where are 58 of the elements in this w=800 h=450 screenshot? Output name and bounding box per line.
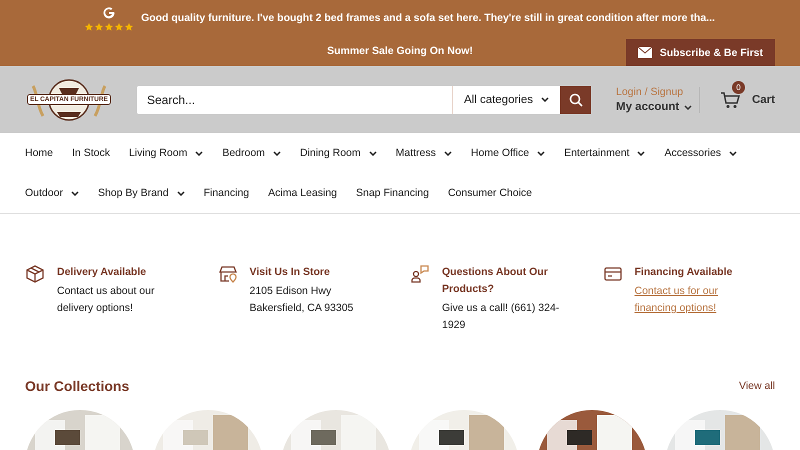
- chevron-down-icon: [541, 97, 550, 102]
- view-all-link[interactable]: View all: [739, 380, 775, 392]
- search-icon: [568, 92, 582, 106]
- chevron-down-icon: [729, 150, 738, 156]
- chevron-down-icon: [272, 150, 281, 156]
- nav-link[interactable]: Entertainment: [564, 147, 646, 159]
- cart-count: 0: [732, 80, 745, 94]
- nav-link[interactable]: Bedroom: [222, 147, 281, 159]
- feature-text: 2105 Edison Hwy: [250, 284, 332, 299]
- chevron-down-icon: [176, 190, 185, 196]
- star-icon: [95, 22, 104, 30]
- google-logo-icon: [102, 6, 116, 20]
- nav-link[interactable]: Living Room: [128, 147, 204, 159]
- nav-link[interactable]: Mattress: [396, 147, 452, 159]
- feature-title: Financing Available: [634, 265, 734, 280]
- section-title: Our Collections: [25, 378, 130, 394]
- feature-title: Visit Us In Store: [250, 265, 331, 280]
- nav-link[interactable]: Financing: [204, 187, 250, 199]
- subscribe-button[interactable]: Subscribe & Be First: [626, 39, 775, 66]
- chevron-down-icon: [70, 190, 79, 196]
- chevron-down-icon: [195, 150, 204, 156]
- nav-link[interactable]: Snap Financing: [356, 187, 429, 199]
- chevron-down-icon: [684, 104, 692, 110]
- feature-text: Contact us about our delivery options!: [57, 284, 156, 316]
- nav-link[interactable]: Shop By Brand: [98, 187, 185, 199]
- chevron-down-icon: [537, 150, 546, 156]
- nav-link[interactable]: Home: [25, 147, 54, 159]
- announcement-text: Summer Sale Going On Now!: [327, 45, 473, 57]
- nav-link[interactable]: Outdoor: [25, 187, 79, 199]
- star-icon: [85, 22, 94, 30]
- financing-link[interactable]: Contact us for our financing options!: [634, 283, 760, 317]
- star-icon: [125, 22, 134, 30]
- search-field[interactable]: Search...: [137, 86, 452, 114]
- nav-link[interactable]: In Stock: [72, 147, 110, 159]
- nav-link[interactable]: Consumer Choice: [448, 187, 532, 199]
- store-location-icon: [218, 264, 238, 284]
- nav-link[interactable]: Acima Leasing: [268, 187, 337, 199]
- feature-text: Give us a call! (661) 324-1929: [442, 301, 560, 333]
- search-button[interactable]: [560, 86, 591, 114]
- chevron-down-icon: [637, 150, 646, 156]
- person-chat-icon: [410, 264, 430, 284]
- chevron-down-icon: [444, 150, 452, 156]
- cart-icon: [720, 90, 740, 108]
- feature-title: Delivery Available: [57, 265, 148, 280]
- category-dropdown[interactable]: All categories: [452, 86, 560, 114]
- chevron-down-icon: [368, 150, 377, 156]
- account-menu[interactable]: My account: [616, 101, 692, 113]
- cart-link[interactable]: Cart: [752, 94, 775, 106]
- feature-text: Bakersfield, CA 93305: [250, 301, 354, 316]
- nav-link[interactable]: Home Office: [470, 147, 546, 159]
- box-icon: [25, 264, 45, 284]
- star-icon: [105, 22, 114, 30]
- star-icon: [115, 22, 124, 30]
- nav-link[interactable]: Dining Room: [300, 147, 377, 159]
- nav-link[interactable]: Accessories: [664, 147, 738, 159]
- envelope-icon: [638, 47, 652, 58]
- review-text: Good quality furniture. I've bought 2 bed frames and a sofa set here. They're still in great condition after more tha...: [141, 12, 715, 24]
- feature-title: Questions About Our Products?: [442, 265, 549, 297]
